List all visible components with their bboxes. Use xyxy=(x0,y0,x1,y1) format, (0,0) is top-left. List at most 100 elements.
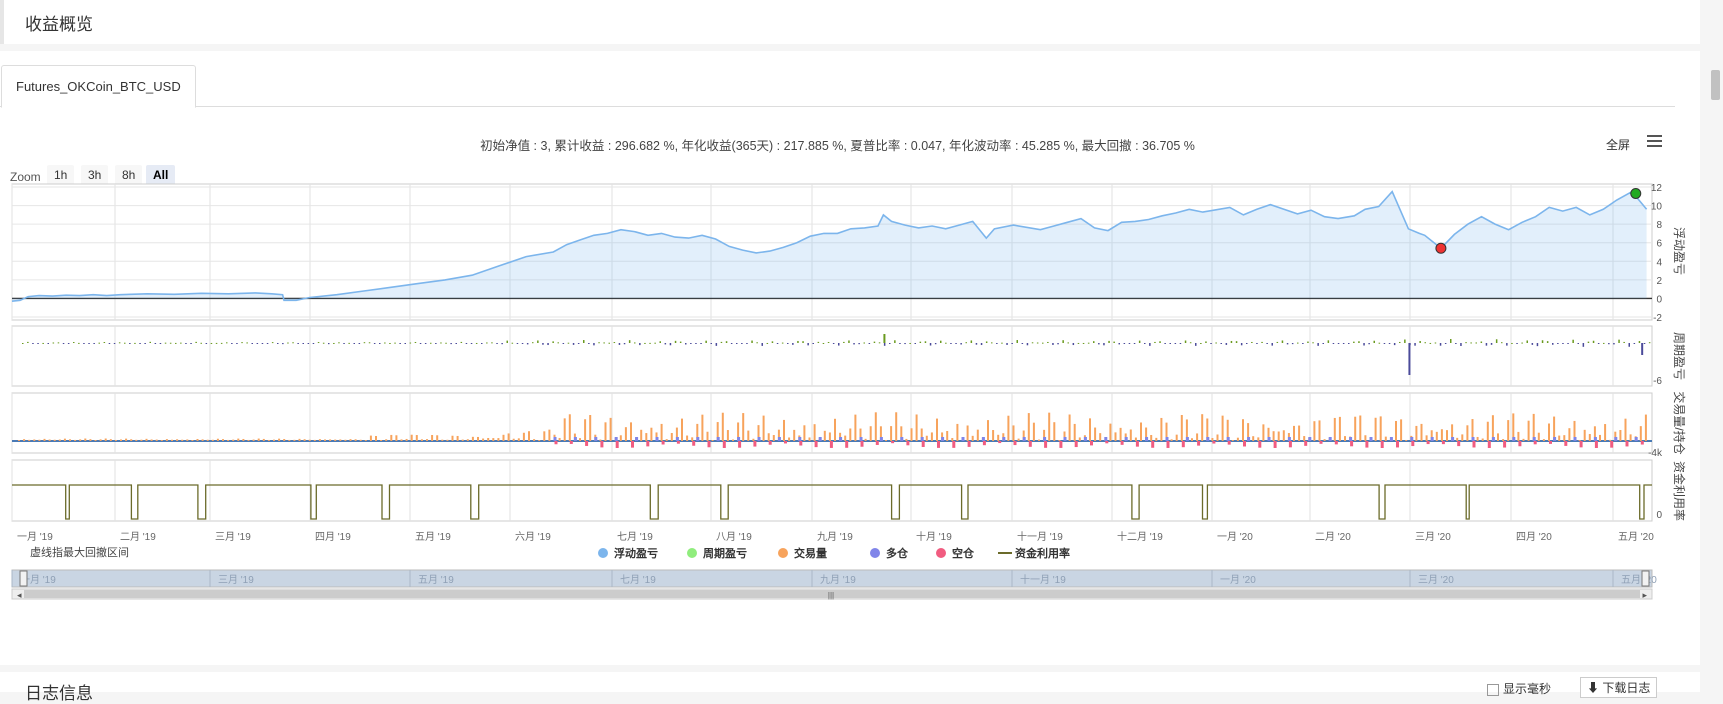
volume-bar xyxy=(18,440,20,441)
y-tick-label: 2 xyxy=(1656,276,1662,287)
legend-item[interactable]: 周期盈亏 xyxy=(703,546,747,560)
short-position-bar xyxy=(1411,441,1415,447)
volume-bar xyxy=(390,434,393,441)
legend-item[interactable]: 浮动盈亏 xyxy=(614,546,658,560)
period-profit-bar xyxy=(226,342,228,344)
period-profit-bar xyxy=(481,343,483,344)
volume-bar xyxy=(1384,436,1387,441)
period-profit-bar xyxy=(1378,342,1381,344)
short-position-bar xyxy=(937,441,940,448)
hamburger-menu-icon[interactable] xyxy=(1647,135,1662,147)
period-profit-bar xyxy=(863,342,865,344)
volume-bar xyxy=(528,431,530,441)
period-profit-bar xyxy=(1169,343,1171,344)
y-tick-label: 8 xyxy=(1656,220,1662,231)
period-profit-bar xyxy=(1016,340,1018,343)
period-profit-bar xyxy=(766,342,769,344)
period-profit-bar xyxy=(231,343,233,344)
volume-bar xyxy=(1109,423,1112,441)
legend-item[interactable]: 空仓 xyxy=(952,546,975,560)
period-profit-bar xyxy=(1174,343,1177,344)
legend-item[interactable]: 多仓 xyxy=(886,546,909,560)
navigator-right-handle[interactable] xyxy=(1641,570,1650,587)
checkbox-icon[interactable] xyxy=(1487,683,1499,696)
long-position-bar xyxy=(737,437,741,441)
volume-bar xyxy=(1196,433,1199,441)
volume-bar xyxy=(1395,420,1397,441)
period-profit-bar xyxy=(282,343,284,345)
volume-bar xyxy=(1272,431,1275,441)
legend-item[interactable]: 资金利用率 xyxy=(1015,546,1070,560)
period-profit-bar xyxy=(1383,343,1386,344)
volume-bar xyxy=(1583,429,1586,441)
long-position-bar xyxy=(818,437,822,441)
volume-bar xyxy=(1461,434,1464,441)
volume-bar xyxy=(1257,437,1260,441)
long-position-bar xyxy=(1328,437,1332,441)
period-profit-bar xyxy=(251,343,253,344)
period-profit-bar xyxy=(873,341,876,343)
tab-futures-okcoin-btc-usd[interactable]: Futures_OKCoin_BTC_USD xyxy=(1,65,196,108)
short-position-bar xyxy=(1334,441,1338,445)
period-profit-bar xyxy=(419,343,422,344)
period-profit-bar xyxy=(960,343,962,345)
volume-bar xyxy=(1359,415,1362,441)
period-profit-bar xyxy=(292,342,294,344)
page-scrollbar[interactable] xyxy=(1711,70,1720,100)
period-profit-bar xyxy=(1072,343,1075,346)
long-position-bar xyxy=(553,437,557,441)
legend-item[interactable]: 交易量 xyxy=(794,546,827,560)
period-profit-bar xyxy=(103,342,106,344)
volume-bar xyxy=(1486,421,1489,441)
volume-bar xyxy=(619,435,622,441)
period-profit-bar xyxy=(32,343,34,344)
short-position-bar xyxy=(1319,441,1323,444)
volume-bar xyxy=(436,435,439,441)
period-profit-bar xyxy=(593,343,595,346)
show-ms-checkbox[interactable]: 显示毫秒 xyxy=(1487,680,1551,697)
volume-bar xyxy=(762,415,765,441)
period-profit-bar xyxy=(322,342,325,344)
short-position-bar xyxy=(722,441,726,448)
volume-bar xyxy=(349,439,352,441)
period-profit-bar xyxy=(1332,343,1335,344)
period-profit-bar xyxy=(1638,341,1641,343)
period-profit-bar xyxy=(215,342,218,344)
short-position-bar xyxy=(1074,441,1078,448)
period-profit-bar xyxy=(832,343,835,344)
period-profit-bar xyxy=(1531,343,1534,345)
tab-bar: Futures_OKCoin_BTC_USD xyxy=(0,65,1675,108)
period-profit-bar xyxy=(797,340,799,343)
stock-chart[interactable]: 121086420-2-6-4k0浮动盈亏周期盈亏交易量/持仓资金利用率一月 '… xyxy=(0,181,1700,661)
period-profit-bar xyxy=(572,343,575,345)
period-profit-bar xyxy=(78,342,80,344)
download-log-button[interactable]: ⬇ 下载日志 xyxy=(1580,677,1658,698)
volume-bar xyxy=(74,439,77,441)
period-profit-bar xyxy=(695,343,697,344)
volume-bar xyxy=(772,435,775,441)
period-profit-bar xyxy=(1495,339,1498,343)
period-profit-bar xyxy=(537,340,539,343)
short-position-bar xyxy=(952,441,956,448)
volume-bar xyxy=(451,435,454,441)
long-position-bar xyxy=(696,437,700,441)
volume-bar xyxy=(543,431,546,441)
period-profit-bar xyxy=(516,343,519,344)
period-profit-bar xyxy=(1307,341,1309,343)
period-profit-bar xyxy=(1077,342,1080,344)
volume-bar xyxy=(53,439,56,441)
navigator-left-handle[interactable] xyxy=(19,570,28,587)
period-profit-bar xyxy=(603,342,605,344)
y-tick-label: 4 xyxy=(1656,257,1662,268)
volume-bar xyxy=(1420,423,1423,441)
volume-bar xyxy=(548,429,551,441)
volume-bar xyxy=(23,439,26,441)
volume-bar xyxy=(1053,422,1056,441)
fullscreen-button[interactable]: 全屏 xyxy=(1606,136,1630,153)
period-profit-bar xyxy=(628,340,631,343)
period-profit-bar xyxy=(67,343,70,344)
x-tick-label: 一月 '20 xyxy=(1217,531,1253,543)
volume-bar xyxy=(890,426,893,441)
volume-bar xyxy=(869,426,872,441)
volume-bar xyxy=(1502,439,1505,441)
